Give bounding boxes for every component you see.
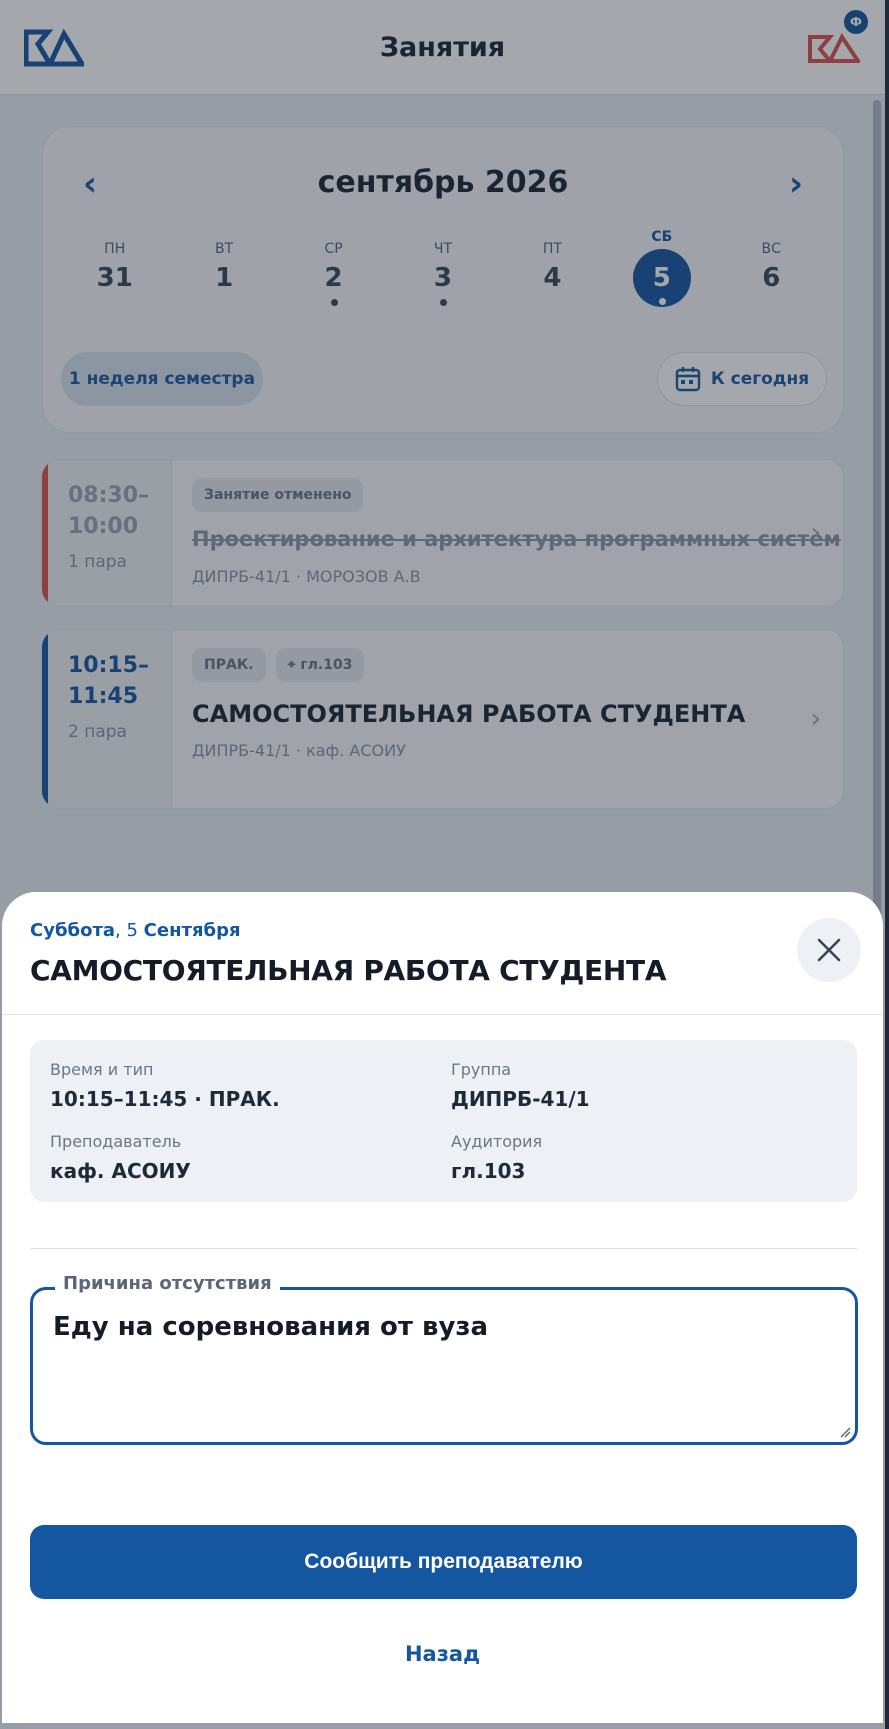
lesson-info-panel: Время и тип 10:15–11:45 · ПРАК. Группа Д… bbox=[30, 1040, 857, 1202]
info-label: Время и тип bbox=[50, 1060, 154, 1079]
info-value: 10:15–11:45 · ПРАК. bbox=[50, 1087, 280, 1111]
resize-grip-icon[interactable] bbox=[839, 1426, 851, 1438]
info-group: Группа ДИПРБ-41/1 bbox=[451, 1060, 590, 1111]
info-label: Группа bbox=[451, 1060, 512, 1079]
divider bbox=[30, 1248, 857, 1249]
divider bbox=[2, 1014, 883, 1015]
sheet-weekday: Суббота bbox=[30, 920, 116, 941]
lesson-detail-sheet: Суббота, 5 Сентября САМОСТОЯТЕЛЬНАЯ РАБО… bbox=[2, 892, 883, 1723]
notify-teacher-button[interactable]: Сообщить преподавателю bbox=[30, 1525, 857, 1599]
sheet-date: Суббота, 5 Сентября bbox=[30, 920, 241, 941]
info-value: каф. АСОИУ bbox=[50, 1159, 191, 1183]
absence-reason-input[interactable] bbox=[53, 1312, 835, 1428]
info-label: Аудитория bbox=[451, 1132, 543, 1151]
close-button[interactable] bbox=[797, 918, 861, 982]
info-label: Преподаватель bbox=[50, 1132, 182, 1151]
info-room: Аудитория гл.103 bbox=[451, 1132, 542, 1183]
info-time: Время и тип 10:15–11:45 · ПРАК. bbox=[50, 1060, 280, 1111]
sheet-month: Сентября bbox=[143, 920, 241, 941]
sheet-title: САМОСТОЯТЕЛЬНАЯ РАБОТА СТУДЕНТА bbox=[30, 954, 667, 987]
absence-reason-label: Причина отсутствия bbox=[55, 1273, 280, 1294]
back-link[interactable]: Назад bbox=[2, 1642, 883, 1666]
absence-reason-field: Причина отсутствия bbox=[30, 1273, 858, 1445]
sheet-day-number: , 5 bbox=[115, 920, 144, 941]
info-value: ДИПРБ-41/1 bbox=[451, 1087, 590, 1111]
info-value: гл.103 bbox=[451, 1159, 526, 1183]
info-teacher: Преподаватель каф. АСОИУ bbox=[50, 1132, 191, 1183]
close-icon bbox=[817, 938, 841, 962]
